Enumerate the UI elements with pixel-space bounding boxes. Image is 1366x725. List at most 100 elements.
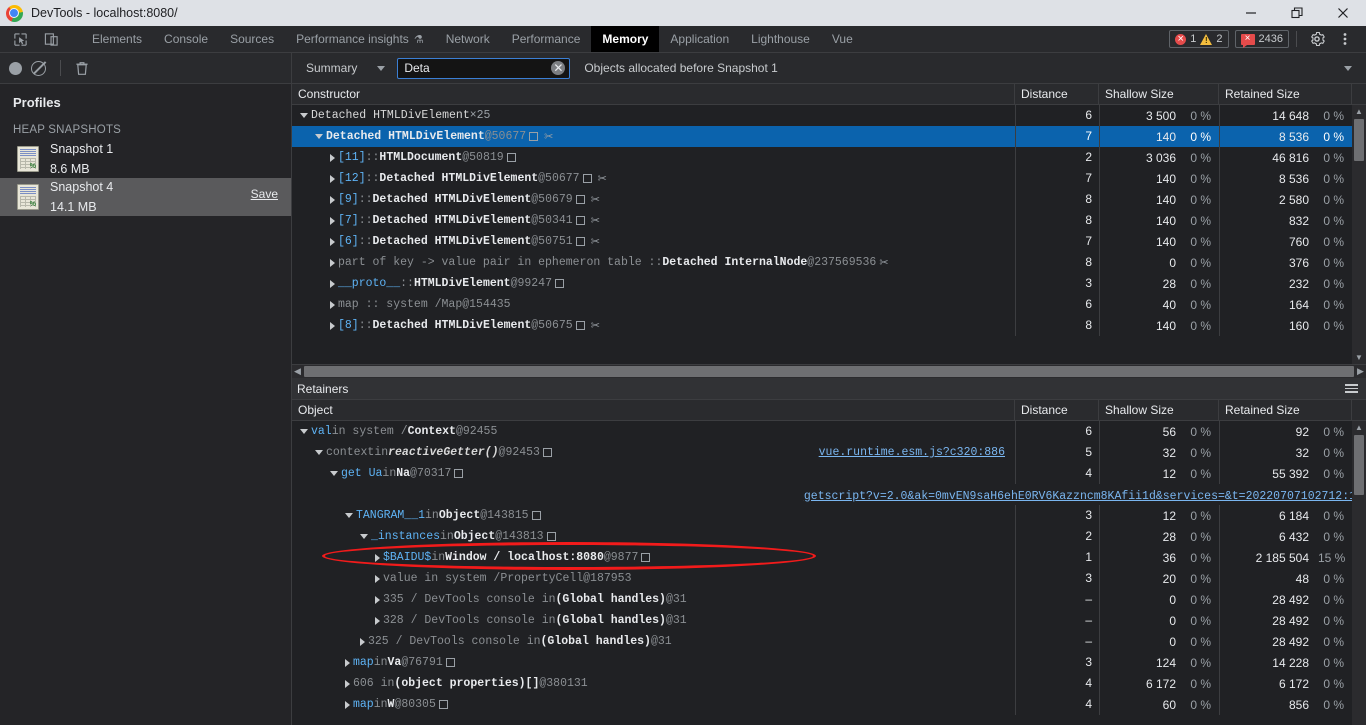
hamburger-menu-icon[interactable]: [1345, 383, 1358, 394]
chevron-down-icon[interactable]: [315, 134, 323, 139]
table-row[interactable]: map in Va @76791 3 124 0 % 14 228 0 %: [292, 652, 1366, 673]
save-link[interactable]: Save: [251, 187, 278, 201]
chevron-right-icon[interactable]: [330, 153, 335, 162]
device-toolbar-icon[interactable]: [38, 27, 64, 51]
chevron-right-icon[interactable]: [330, 300, 335, 309]
table-row[interactable]: [8] :: Detached HTMLDivElement @50675 ✂ 8 1…: [292, 315, 1366, 336]
constructors-vertical-scrollbar[interactable]: ▲ ▼: [1352, 105, 1366, 364]
tab-memory[interactable]: Memory: [591, 26, 660, 52]
view-mode-select[interactable]: Summary: [300, 61, 389, 75]
table-row[interactable]: map in W @80305 4 60 0 % 856 0 %: [292, 694, 1366, 715]
tab-network[interactable]: Network: [435, 26, 501, 52]
chevron-right-icon[interactable]: [360, 637, 365, 646]
trash-icon[interactable]: [75, 61, 89, 76]
retainers-vertical-scrollbar[interactable]: ▲ ▼: [1352, 421, 1366, 725]
chevron-down-icon[interactable]: [360, 534, 368, 539]
chevron-right-icon[interactable]: [375, 553, 380, 562]
tab-console[interactable]: Console: [153, 26, 219, 52]
tab-sources[interactable]: Sources: [219, 26, 285, 52]
table-row[interactable]: part of key -> value pair in ephemeron t…: [292, 252, 1366, 273]
scroll-thumb-2[interactable]: [1354, 435, 1364, 495]
constructors-horizontal-scrollbar[interactable]: ◀ ▶: [292, 364, 1366, 378]
scroll-up-icon[interactable]: ▲: [1352, 105, 1366, 118]
tab-lighthouse[interactable]: Lighthouse: [740, 26, 821, 52]
object-filter-select[interactable]: Objects allocated before Snapshot 1: [570, 61, 1366, 75]
scroll-down-icon[interactable]: ▼: [1352, 351, 1366, 364]
chevron-right-icon[interactable]: [330, 279, 335, 288]
scroll-left-icon[interactable]: ◀: [292, 366, 303, 377]
column-retained-size-2[interactable]: Retained Size: [1219, 400, 1352, 420]
scroll-thumb[interactable]: [1354, 119, 1364, 161]
inspect-cursor-icon[interactable]: [7, 27, 33, 51]
column-distance-2[interactable]: Distance: [1015, 400, 1099, 420]
chevron-right-icon[interactable]: [330, 321, 335, 330]
close-icon[interactable]: [1320, 0, 1366, 26]
source-link[interactable]: getscript?v=2.0&ak=0mvEN9saH6ehE0RV6Kazz…: [804, 490, 1356, 503]
minimize-icon[interactable]: [1228, 0, 1274, 26]
table-row[interactable]: _instances in Object @143813 2 28 0 % 6 432 0…: [292, 526, 1366, 547]
table-row[interactable]: map :: system / Map @154435 6 40 0 % 164 0 %: [292, 294, 1366, 315]
table-row[interactable]: val in system / Context @92455 6 56 0 % 92 0 …: [292, 421, 1366, 442]
snapshot-item[interactable]: % Snapshot 4 14.1 MB Save: [0, 178, 291, 216]
column-shallow-size[interactable]: Shallow Size: [1099, 84, 1219, 104]
scroll-up-icon-2[interactable]: ▲: [1352, 421, 1366, 434]
kebab-menu-icon[interactable]: [1332, 28, 1358, 50]
table-row[interactable]: [9] :: Detached HTMLDivElement @50679 ✂ 8 1…: [292, 189, 1366, 210]
class-filter-input[interactable]: Deta ✕: [397, 57, 571, 79]
chevron-down-icon[interactable]: [330, 471, 338, 476]
table-row[interactable]: [6] :: Detached HTMLDivElement @50751 ✂ 7 1…: [292, 231, 1366, 252]
table-row[interactable]: 328 / DevTools console in (Global handle…: [292, 610, 1366, 631]
chevron-right-icon[interactable]: [330, 174, 335, 183]
tab-elements[interactable]: Elements: [81, 26, 153, 52]
table-row[interactable]: __proto__ :: HTMLDivElement @99247 3 28 0 %…: [292, 273, 1366, 294]
record-circle-icon[interactable]: [9, 61, 22, 75]
table-row[interactable]: TANGRAM__1 in Object @143815 3 12 0 % 6 184 0…: [292, 505, 1366, 526]
table-row[interactable]: value in system / PropertyCell @187953 3 2…: [292, 568, 1366, 589]
constructor-rows[interactable]: Detached HTMLDivElement ×25 6 3 500 0 % 14 6…: [292, 105, 1366, 364]
column-constructor[interactable]: Constructor: [292, 84, 1015, 104]
column-object[interactable]: Object: [292, 400, 1015, 420]
chevron-down-icon[interactable]: [345, 513, 353, 518]
chevron-right-icon[interactable]: [330, 237, 335, 246]
chevron-right-icon[interactable]: [345, 658, 350, 667]
no-entry-clear-icon[interactable]: [31, 60, 46, 76]
chevron-right-icon[interactable]: [330, 258, 335, 267]
table-row[interactable]: get Ua in Na @70317 4 12 0 % 55 392 0 %: [292, 463, 1366, 484]
chevron-down-icon[interactable]: [300, 113, 308, 118]
chevron-right-icon[interactable]: [375, 574, 380, 583]
chevron-right-icon[interactable]: [375, 595, 380, 604]
scroll-right-icon[interactable]: ▶: [1355, 366, 1366, 377]
tab-application[interactable]: Application: [659, 26, 740, 52]
chevron-down-icon[interactable]: [300, 429, 308, 434]
column-retained-size[interactable]: Retained Size: [1219, 84, 1352, 104]
message-counter[interactable]: 2436: [1234, 30, 1289, 48]
table-row[interactable]: Detached HTMLDivElement ×25 6 3 500 0 % 14 6…: [292, 105, 1366, 126]
table-row[interactable]: [7] :: Detached HTMLDivElement @50341 ✂ 8 1…: [292, 210, 1366, 231]
clear-input-icon[interactable]: ✕: [551, 61, 566, 75]
restore-icon[interactable]: [1274, 0, 1320, 26]
tab-performance-insights[interactable]: Performance insights ⚗: [285, 26, 435, 52]
tab-vue[interactable]: Vue: [821, 26, 864, 52]
chevron-right-icon[interactable]: [330, 216, 335, 225]
chevron-right-icon[interactable]: [330, 195, 335, 204]
tab-performance[interactable]: Performance: [501, 26, 592, 52]
snapshot-item[interactable]: % Snapshot 1 8.6 MB: [0, 140, 291, 178]
column-shallow-size-2[interactable]: Shallow Size: [1099, 400, 1219, 420]
h-scroll-thumb[interactable]: [304, 366, 1354, 377]
chevron-down-icon[interactable]: [315, 450, 323, 455]
table-row[interactable]: [12] :: Detached HTMLDivElement @50677 ✂ 7…: [292, 168, 1366, 189]
table-row[interactable]: 335 / DevTools console in (Global handle…: [292, 589, 1366, 610]
table-row[interactable]: [11] :: HTMLDocument @50819 2 3 036 0 % 46 8…: [292, 147, 1366, 168]
table-row[interactable]: 325 / DevTools console in (Global handle…: [292, 631, 1366, 652]
table-row[interactable]: $BAIDU$ in Window / localhost:8080 @9877…: [292, 547, 1366, 568]
column-distance[interactable]: Distance: [1015, 84, 1099, 104]
table-row[interactable]: context in reactiveGetter() @92453 vue.ru…: [292, 442, 1366, 463]
retainer-rows[interactable]: val in system / Context @92455 6 56 0 % 92 0 …: [292, 421, 1366, 725]
chevron-right-icon[interactable]: [375, 616, 380, 625]
source-link[interactable]: vue.runtime.esm.js?c320:886: [819, 446, 1005, 459]
table-row[interactable]: Detached HTMLDivElement @50677 ✂ 7 140 0 % 8 …: [292, 126, 1366, 147]
issue-counters[interactable]: 1 2: [1169, 30, 1229, 48]
gear-icon[interactable]: [1304, 28, 1330, 50]
chevron-right-icon[interactable]: [345, 700, 350, 709]
chevron-right-icon[interactable]: [345, 679, 350, 688]
